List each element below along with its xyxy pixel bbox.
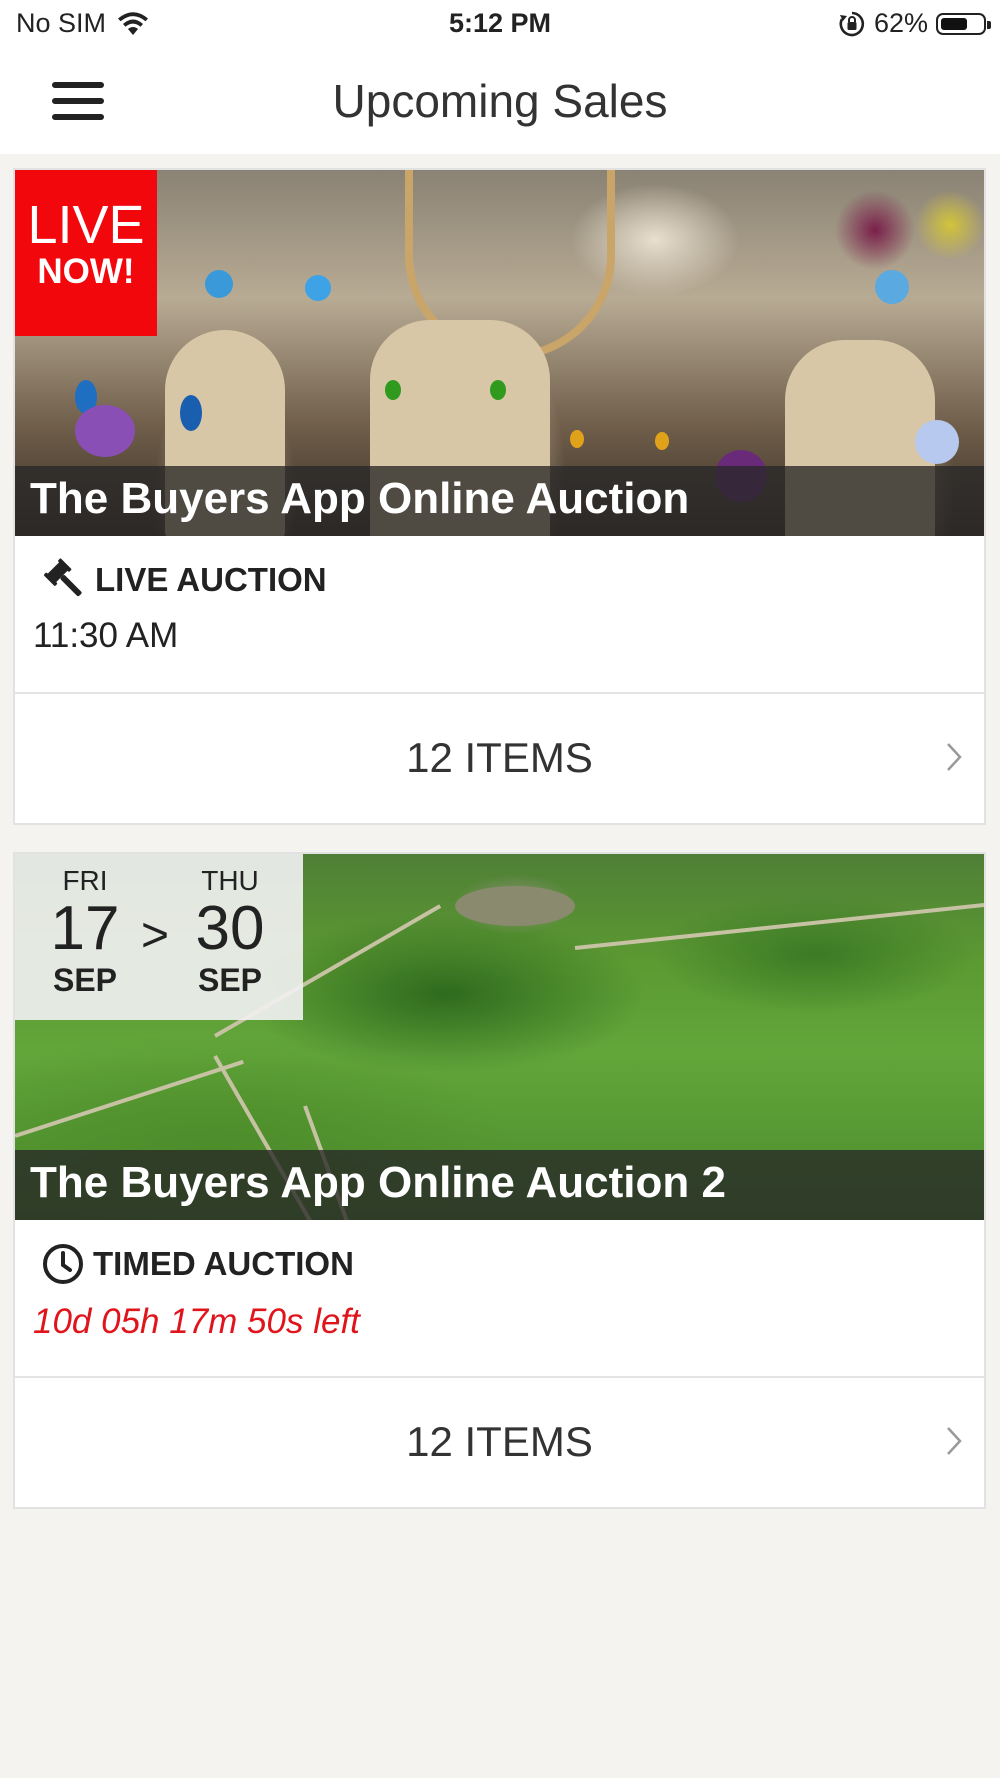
sale-type-label: LIVE AUCTION [95,561,327,598]
end-month: SEP [197,962,263,998]
start-weekday: FRI [62,865,108,896]
page-title: Upcoming Sales [332,75,668,127]
sale-card[interactable]: LIVE NOW! The Buyers App Online Auction … [13,168,986,825]
sale-info: TIMED AUCTION 10d 05h 17m 50s left [15,1220,984,1378]
sale-card[interactable]: FRI 17 SEP > THU 30 SEP The Buyers App O… [13,852,986,1509]
end-date: THU 30 SEP [170,864,290,1000]
items-count: 12 ITEMS [406,734,593,781]
live-now-badge: LIVE NOW! [15,170,157,336]
countdown-timer: 10d 05h 17m 50s left [33,1302,360,1341]
clock-icon [43,1244,83,1284]
sale-image[interactable]: FRI 17 SEP > THU 30 SEP The Buyers App O… [15,854,984,1220]
sale-type: LIVE AUCTION [41,558,327,602]
live-badge-line1: LIVE [27,195,145,255]
date-range-arrow: > [141,909,170,962]
chevron-right-icon [947,1427,962,1455]
gavel-icon [43,558,82,597]
start-date: FRI 17 SEP [25,864,145,1000]
date-range-badge: FRI 17 SEP > THU 30 SEP [15,854,303,1020]
live-badge-line2: NOW! [37,252,135,291]
sale-type-label: TIMED AUCTION [93,1245,354,1282]
sale-title: The Buyers App Online Auction 2 [15,1150,984,1220]
nav-bar: Upcoming Sales [0,52,1000,154]
end-weekday: THU [201,865,259,896]
items-row[interactable]: 12 ITEMS [15,694,984,823]
status-right: 62% [838,8,991,39]
sale-type: TIMED AUCTION [41,1242,354,1286]
end-day: 30 [195,894,265,963]
rotation-lock-icon [839,11,865,36]
sale-title: The Buyers App Online Auction [15,466,984,536]
status-bar: No SIM 5:12 PM 62% [0,0,1000,52]
battery-percent: 62% [873,8,928,38]
start-month: SEP [52,962,118,998]
start-day: 17 [50,894,120,963]
sale-start-time: 11:30 AM [33,616,179,655]
items-row[interactable]: 12 ITEMS [15,1378,984,1507]
sale-image[interactable]: LIVE NOW! The Buyers App Online Auction [15,170,984,536]
chevron-right-icon [947,743,962,771]
battery-icon [936,12,991,35]
items-count: 12 ITEMS [406,1418,593,1465]
sale-info: LIVE AUCTION 11:30 AM [15,536,984,694]
